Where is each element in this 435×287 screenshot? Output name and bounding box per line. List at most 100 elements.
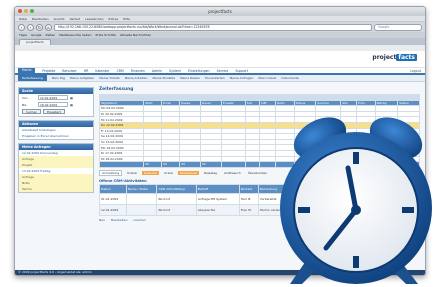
menu-item[interactable]: Datei (19, 17, 27, 21)
main-nav-item[interactable]: Einstellungen (188, 69, 210, 73)
sum-cell: 00 (161, 161, 181, 168)
browser-tab[interactable]: projectfacts (19, 39, 51, 45)
main-nav-item[interactable]: Admin (152, 69, 162, 73)
sum-label-cell (98, 161, 145, 168)
search-field[interactable]: Google (374, 23, 422, 31)
absence-tab[interactable]: Überstunden (246, 171, 269, 175)
app-header: project facts (15, 51, 425, 68)
absence-tab[interactable]: Dienstreise (178, 170, 199, 175)
sub-nav-item[interactable]: Meine Tickets (99, 76, 119, 80)
crm-action-link[interactable]: Bearbeiten (111, 218, 127, 222)
sub-nav-item[interactable]: Zeiterfassung (18, 75, 47, 81)
sub-nav-item[interactable]: Meine Arbeiten (125, 76, 148, 80)
main-nav-item[interactable]: Home (18, 67, 36, 74)
crm-cell: Rückruf (156, 203, 197, 216)
absence-tab[interactable]: Arztbesuch (222, 171, 243, 175)
menu-item[interactable]: Verlauf (70, 17, 81, 21)
crm-cell: Akquise Tel. (195, 203, 240, 216)
crm-column-header[interactable]: Kontakt (238, 183, 259, 194)
minimize-window-button[interactable] (24, 9, 28, 13)
crm-column-header[interactable]: CRM Aktivitätstyp (156, 183, 197, 194)
crm-column-header[interactable]: Datum (99, 183, 127, 194)
search-panel: Suche Von 12.02.2009 ▦ Bis 18.02.2009 ▦ … (18, 87, 94, 117)
absence-tab[interactable]: Reisetag (202, 171, 219, 175)
bookmark-link[interactable]: Tipps (19, 33, 27, 37)
crm-column-header[interactable]: Betreff (195, 183, 240, 194)
browser-navbar: ‹ › ↻ ⌂ http://192.168.150.22:8080/webap… (15, 22, 425, 32)
main-navigation: Home Projekte Benutzer HR Kalender CRM Finanze… (15, 67, 425, 75)
calendar-icon[interactable]: ▦ (70, 103, 73, 107)
sub-nav-item[interactable]: Meine Aufgaben (70, 76, 94, 80)
crm-column-header[interactable]: Name / Stelle (125, 183, 158, 194)
extended-search-button[interactable]: Erweitert (43, 109, 65, 114)
clock-tick-9 (298, 207, 310, 213)
crm-cell: Rückruf (156, 192, 197, 205)
von-input[interactable]: 12.02.2009 (38, 95, 68, 100)
sub-nav-item[interactable]: Meine Anfragen (230, 76, 254, 80)
absence-tab[interactable]: Anmeldung (99, 169, 123, 176)
action-excel[interactable]: Eingaben in Excel übernehmen (19, 133, 93, 139)
sub-nav-item[interactable]: Meine Reisen (180, 76, 200, 80)
crm-cell (125, 203, 158, 216)
menu-item[interactable]: Hilfe (123, 17, 130, 21)
crm-action-link[interactable]: Löschen (133, 218, 145, 222)
tab-bar: projectfacts (15, 38, 425, 45)
bookmark-link[interactable]: Meistbesuchte Seiten (59, 33, 91, 37)
crm-action-link[interactable]: Neu (99, 218, 105, 222)
close-window-button[interactable] (18, 9, 22, 13)
bookmark-link[interactable]: Google (31, 33, 42, 37)
clock-tick-3 (402, 207, 414, 213)
sub-nav-item[interactable]: Dokumente (281, 76, 298, 80)
page-title: Zeiterfassung (99, 87, 134, 92)
logout-link[interactable]: Logout (410, 69, 421, 73)
crm-cell: 12.01.2009 (99, 203, 127, 216)
absence-tab[interactable]: Kalender (142, 170, 160, 175)
day-name: Mi (101, 156, 105, 161)
reload-icon[interactable]: ↻ (36, 23, 43, 31)
sum-cell: 00 (179, 161, 201, 168)
crm-cell: Anfrage PM System (195, 192, 240, 205)
sub-nav-item[interactable]: Tourenkarten (205, 76, 225, 80)
menu-item[interactable]: Extras (109, 17, 118, 21)
main-nav-item[interactable]: CRM (117, 69, 124, 73)
calendar-icon[interactable]: ▦ (70, 96, 73, 100)
main-nav-item[interactable]: Projekte (42, 69, 55, 73)
crm-cell: Frau M. (238, 203, 259, 216)
bookmark-link[interactable]: Erste Schritte (95, 33, 115, 37)
url-bar[interactable]: http://192.168.150.22:8080/webapp.projec… (54, 23, 372, 31)
bookmark-link[interactable]: Aktuelle Nachrichten (120, 33, 151, 37)
alarm-clock-icon (280, 117, 432, 284)
day-name: Mi (101, 117, 105, 122)
forward-arrow-icon[interactable]: › (27, 23, 34, 31)
bis-input[interactable]: 18.02.2009 (38, 102, 68, 107)
search-button[interactable]: Suchen (22, 109, 42, 114)
clock-tick-6 (353, 256, 359, 268)
main-nav-item[interactable]: System (169, 69, 181, 73)
menu-item[interactable]: Ansicht (54, 17, 65, 21)
sub-nav-item[interactable]: Meine Einsätze (152, 76, 175, 80)
day-date: 13.02.2009 (104, 128, 122, 133)
day-name: Di (101, 151, 105, 156)
main-nav-item[interactable]: HR (84, 69, 89, 73)
absence-tab[interactable]: Krank (162, 171, 175, 175)
zoom-window-button[interactable] (30, 9, 34, 13)
menu-item[interactable]: Lesezeichen (85, 17, 103, 21)
absence-tab[interactable]: Urlaub (125, 171, 139, 175)
main-nav-item[interactable]: Finanzen (131, 69, 145, 73)
clock-center (351, 205, 361, 215)
day-date: 14.02.2009 (105, 134, 123, 139)
menu-item[interactable]: Bearbeiten (32, 17, 48, 21)
day-date: 10.02.2009 (105, 112, 123, 117)
window-titlebar: projectfacts (15, 7, 425, 16)
main-nav-item[interactable]: Service (217, 69, 229, 73)
sub-nav-item[interactable]: Mein Urlaub (258, 76, 276, 80)
sum-cell: 00 (143, 161, 163, 168)
bookmark-link[interactable]: Zeiten (46, 33, 56, 37)
main-nav-item[interactable]: Benutzer (62, 69, 76, 73)
main-nav-item[interactable]: Kalender (95, 69, 109, 73)
sub-nav-item[interactable]: Mein Tag (52, 76, 65, 80)
request-entry[interactable]: Termin (19, 186, 93, 192)
back-arrow-icon[interactable]: ‹ (18, 23, 25, 31)
main-nav-item[interactable]: Support (235, 69, 248, 73)
home-icon[interactable]: ⌂ (45, 23, 52, 31)
